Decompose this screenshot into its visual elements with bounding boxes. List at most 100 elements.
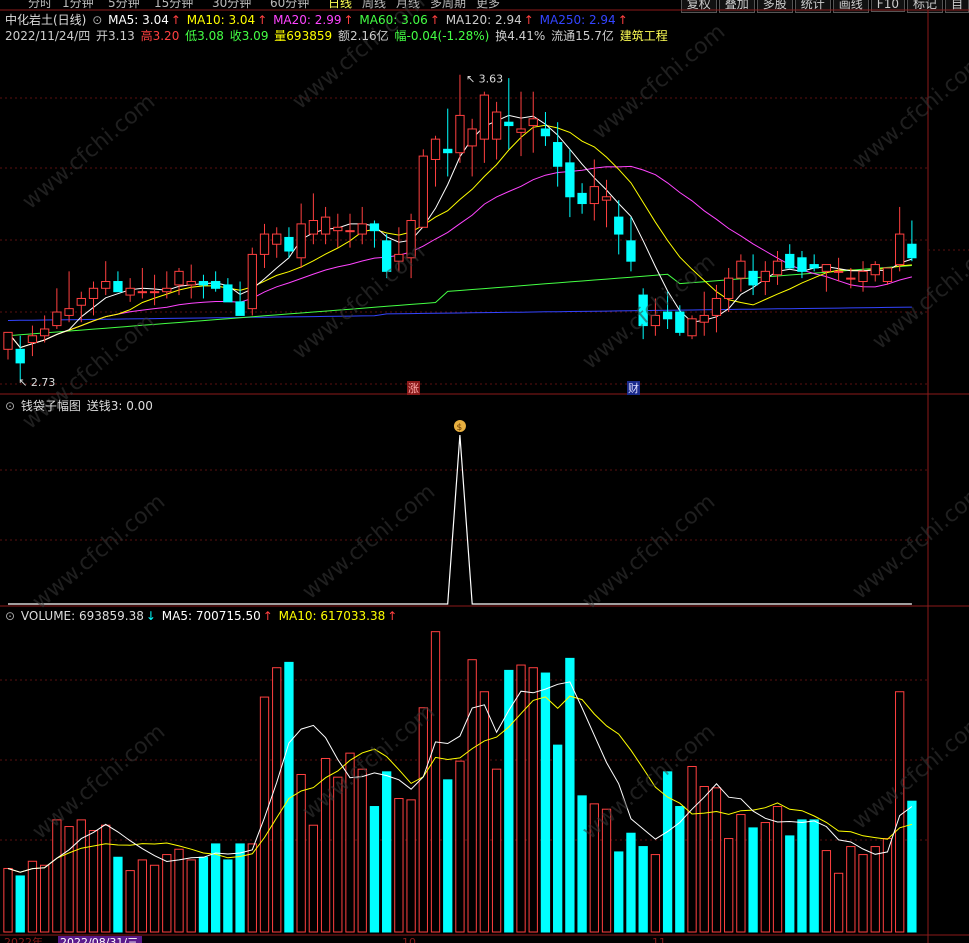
candle bbox=[198, 281, 209, 286]
watermark: www.cfchi.com bbox=[868, 229, 969, 354]
volume-title: VOLUME: 693859.38 bbox=[20, 609, 144, 623]
indicator-header: ⊙ 钱袋子幅图 送钱3: 0.00 bbox=[5, 397, 155, 414]
candle bbox=[882, 267, 893, 283]
watermark: www.cfchi.com bbox=[578, 489, 720, 614]
collapse-icon[interactable]: ⊙ bbox=[5, 609, 15, 623]
volume-bar bbox=[809, 819, 819, 933]
volume-bar bbox=[662, 771, 673, 933]
candle bbox=[589, 186, 599, 205]
volume-bar bbox=[27, 860, 38, 933]
volume-bar bbox=[113, 856, 123, 933]
volume-bar bbox=[650, 854, 661, 933]
ohlc-info: 2022/11/24/四 开3.13 高3.20 低3.08 收3.09 量69… bbox=[5, 27, 670, 44]
ma10-label: MA10: 3.04 bbox=[186, 13, 256, 27]
candle bbox=[504, 121, 514, 127]
volume-bar bbox=[430, 631, 441, 933]
up-arrow-icon: ↑ bbox=[170, 13, 181, 27]
collapse-icon[interactable]: ⊙ bbox=[92, 13, 102, 27]
volume-bar bbox=[162, 854, 172, 933]
candle bbox=[369, 223, 380, 232]
watermark: www.cfchi.com bbox=[288, 239, 430, 364]
open-label: 开3.13 bbox=[96, 29, 135, 43]
watermark: www.cfchi.com bbox=[18, 89, 160, 214]
volume-bar bbox=[394, 798, 404, 933]
low-label: 低3.08 bbox=[185, 29, 224, 43]
volume-bar bbox=[553, 744, 563, 933]
ma250-label: MA250: 2.94 bbox=[539, 13, 616, 27]
watermark: www.cfchi.com bbox=[578, 249, 720, 374]
candle bbox=[699, 314, 709, 323]
candle bbox=[565, 162, 575, 198]
volume-bar bbox=[125, 870, 135, 933]
watermark: www.cfchi.com bbox=[18, 309, 160, 434]
candle bbox=[52, 311, 62, 327]
watermark: www.cfchi.com bbox=[578, 719, 720, 844]
up-arrow-icon: ↑ bbox=[343, 13, 354, 27]
volume-bar bbox=[491, 768, 502, 933]
candle bbox=[259, 233, 270, 255]
turnover-label: 换4.41% bbox=[495, 29, 546, 43]
volume-bar bbox=[149, 864, 160, 933]
volume-bar bbox=[797, 819, 807, 933]
down-arrow-icon: ↓ bbox=[145, 609, 156, 623]
stock-chart: ↖ 3.63 ↖ 2.73 涨 财 $2022年 2022/08/31/三 10 11 www.… bbox=[0, 0, 969, 943]
volume-bar bbox=[711, 787, 722, 933]
volume-bar bbox=[455, 760, 465, 933]
up-arrow-icon: ↑ bbox=[387, 609, 398, 623]
up-arrow-icon: ↑ bbox=[523, 13, 534, 27]
candle bbox=[101, 281, 111, 289]
candle bbox=[272, 233, 282, 245]
stock-title: 中化岩土(日线) bbox=[5, 13, 87, 27]
candle bbox=[223, 284, 233, 303]
change-label: 幅-0.04(-1.28%) bbox=[394, 29, 490, 43]
candle bbox=[3, 331, 13, 350]
sector-label[interactable]: 建筑工程 bbox=[620, 29, 668, 43]
volume-bar bbox=[772, 806, 783, 933]
watermark: www.cfchi.com bbox=[848, 479, 969, 604]
indicator-value: 送钱3: 0.00 bbox=[86, 399, 153, 413]
amount-label: 额2.16亿 bbox=[337, 29, 389, 43]
volume-bar bbox=[210, 843, 221, 933]
candle bbox=[15, 348, 25, 364]
candle bbox=[174, 270, 184, 286]
volume-ma5: MA5: 700715.50 bbox=[161, 609, 261, 623]
volume-bar bbox=[895, 691, 905, 933]
ma5-label: MA5: 3.04 bbox=[108, 13, 169, 27]
candle bbox=[491, 111, 502, 140]
candle bbox=[418, 155, 428, 228]
watermark: www.cfchi.com bbox=[848, 49, 969, 174]
candle bbox=[76, 297, 86, 306]
candle bbox=[821, 264, 832, 272]
candle bbox=[430, 138, 441, 160]
candle bbox=[846, 277, 856, 280]
candle bbox=[601, 196, 612, 201]
volume-bar bbox=[272, 667, 282, 933]
candle bbox=[528, 118, 538, 127]
candle bbox=[907, 243, 917, 259]
watermark: www.cfchi.com bbox=[28, 719, 170, 844]
volume-bar bbox=[101, 824, 111, 933]
volume-bar bbox=[675, 806, 685, 933]
up-arrow-icon: ↑ bbox=[257, 13, 268, 27]
volume-bar bbox=[870, 846, 880, 933]
candle bbox=[235, 301, 245, 316]
candle bbox=[113, 281, 123, 293]
candle bbox=[345, 230, 355, 233]
candle bbox=[858, 270, 868, 283]
candle bbox=[467, 128, 477, 147]
ma20-label: MA20: 2.99 bbox=[273, 13, 342, 27]
zhang-badge-text: 涨 bbox=[408, 382, 419, 395]
volume-bar bbox=[821, 850, 832, 933]
candle bbox=[760, 270, 770, 283]
axis-month-label: 11 bbox=[652, 936, 666, 943]
candle bbox=[772, 260, 783, 276]
candle bbox=[125, 287, 135, 296]
candle bbox=[516, 128, 526, 133]
candle bbox=[553, 142, 563, 167]
volume-bar bbox=[846, 846, 856, 933]
collapse-icon[interactable]: ⊙ bbox=[5, 399, 15, 413]
volume-bar bbox=[638, 846, 648, 933]
candle bbox=[137, 291, 148, 294]
volume-bar bbox=[382, 771, 392, 933]
volume-bar bbox=[687, 765, 697, 933]
